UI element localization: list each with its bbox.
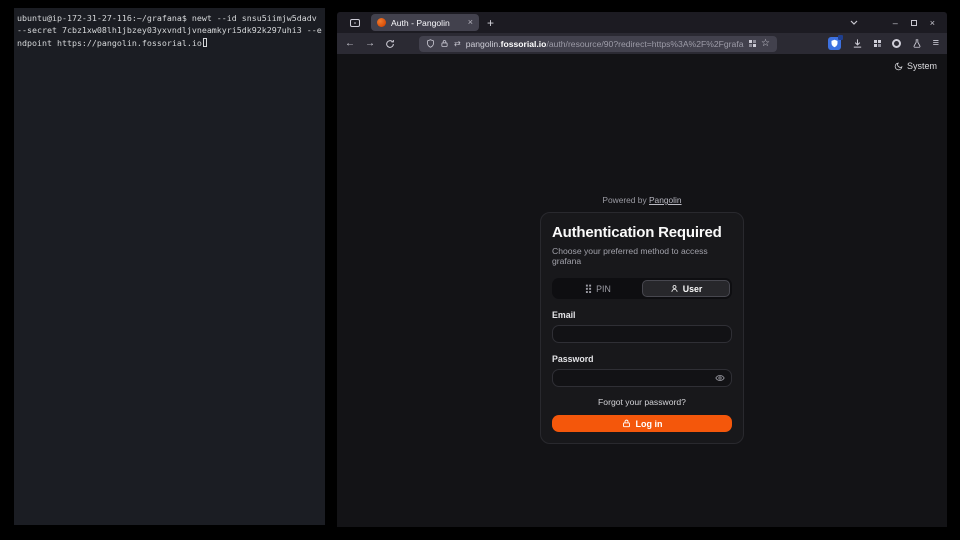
- user-icon: [670, 284, 679, 293]
- email-field[interactable]: [552, 325, 732, 343]
- containers-grid-icon[interactable]: [749, 40, 756, 47]
- url-text[interactable]: pangolin.fossorial.io/auth/resource/90?r…: [466, 39, 744, 49]
- lock-icon: [622, 419, 631, 428]
- extensions-grid-icon[interactable]: [874, 40, 881, 47]
- terminal-line: ubuntu@ip-172-31-27-116:~/grafana$ newt …: [17, 12, 322, 24]
- powered-by: Powered by Pangolin: [540, 195, 744, 205]
- card-subtitle: Choose your preferred method to access g…: [552, 246, 732, 266]
- email-label: Email: [552, 310, 732, 320]
- keypad-icon: [585, 284, 592, 293]
- show-password-eye-icon[interactable]: [715, 373, 725, 383]
- browser-window: Auth - Pangolin × + – × ← → ⇄ pango: [337, 12, 947, 527]
- password-label: Password: [552, 354, 732, 364]
- firefox-view-icon[interactable]: [349, 17, 361, 29]
- tab-pin[interactable]: PIN: [554, 280, 642, 297]
- tab-close-icon[interactable]: ×: [468, 18, 473, 27]
- maximize-button[interactable]: [911, 20, 917, 26]
- tab-user[interactable]: User: [642, 280, 730, 297]
- shield-icon[interactable]: [426, 39, 435, 48]
- auth-card: Authentication Required Choose your pref…: [540, 212, 744, 444]
- auth-section: Powered by Pangolin Authentication Requi…: [540, 195, 744, 444]
- terminal-cursor: [203, 38, 208, 47]
- chevron-down-icon[interactable]: [850, 20, 858, 25]
- downloads-icon[interactable]: [852, 38, 863, 49]
- forward-icon[interactable]: →: [365, 39, 375, 49]
- password-field[interactable]: [552, 369, 732, 387]
- browser-toolbar: ← → ⇄ pangolin.fossorial.io/auth/resourc…: [337, 33, 947, 54]
- url-bar[interactable]: ⇄ pangolin.fossorial.io/auth/resource/90…: [419, 36, 777, 52]
- bookmark-star-icon[interactable]: ☆: [761, 39, 770, 49]
- tab-bar: Auth - Pangolin × + – ×: [337, 12, 947, 33]
- privacy-ring-icon[interactable]: [892, 39, 901, 48]
- moon-icon: [894, 62, 903, 71]
- new-tab-button[interactable]: +: [487, 17, 494, 29]
- terminal-line: --secret 7cbz1xw08lh1jbzey03yxvndljvneam…: [17, 24, 322, 36]
- flask-extension-icon[interactable]: [912, 38, 922, 49]
- tab-title: Auth - Pangolin: [391, 18, 450, 28]
- auth-method-tabs: PIN User: [552, 278, 732, 299]
- extension-badge: [838, 35, 843, 40]
- refresh-icon[interactable]: [385, 39, 395, 49]
- terminal-line: ndpoint https://pangolin.fossorial.io: [17, 37, 322, 49]
- pangolin-link[interactable]: Pangolin: [649, 195, 682, 205]
- minimize-button[interactable]: –: [893, 18, 898, 28]
- close-window-button[interactable]: ×: [930, 18, 935, 28]
- swap-icon[interactable]: ⇄: [454, 39, 461, 48]
- page-content: System Powered by Pangolin Authenticatio…: [337, 54, 947, 527]
- theme-toggle-label: System: [907, 61, 937, 71]
- toolbar-extensions: ≡: [828, 37, 939, 50]
- card-title: Authentication Required: [552, 224, 732, 241]
- login-button[interactable]: Log in: [552, 415, 732, 432]
- password-manager-extension-icon[interactable]: [828, 37, 841, 50]
- window-controls: – ×: [850, 18, 939, 28]
- forgot-password-link[interactable]: Forgot your password?: [552, 397, 732, 407]
- lock-icon[interactable]: [440, 39, 449, 48]
- terminal-window[interactable]: ubuntu@ip-172-31-27-116:~/grafana$ newt …: [14, 8, 325, 525]
- hamburger-menu-icon[interactable]: ≡: [933, 38, 939, 49]
- theme-toggle[interactable]: System: [894, 61, 937, 71]
- pangolin-favicon-icon: [377, 18, 386, 27]
- back-icon[interactable]: ←: [345, 39, 355, 49]
- browser-tab[interactable]: Auth - Pangolin ×: [371, 14, 479, 31]
